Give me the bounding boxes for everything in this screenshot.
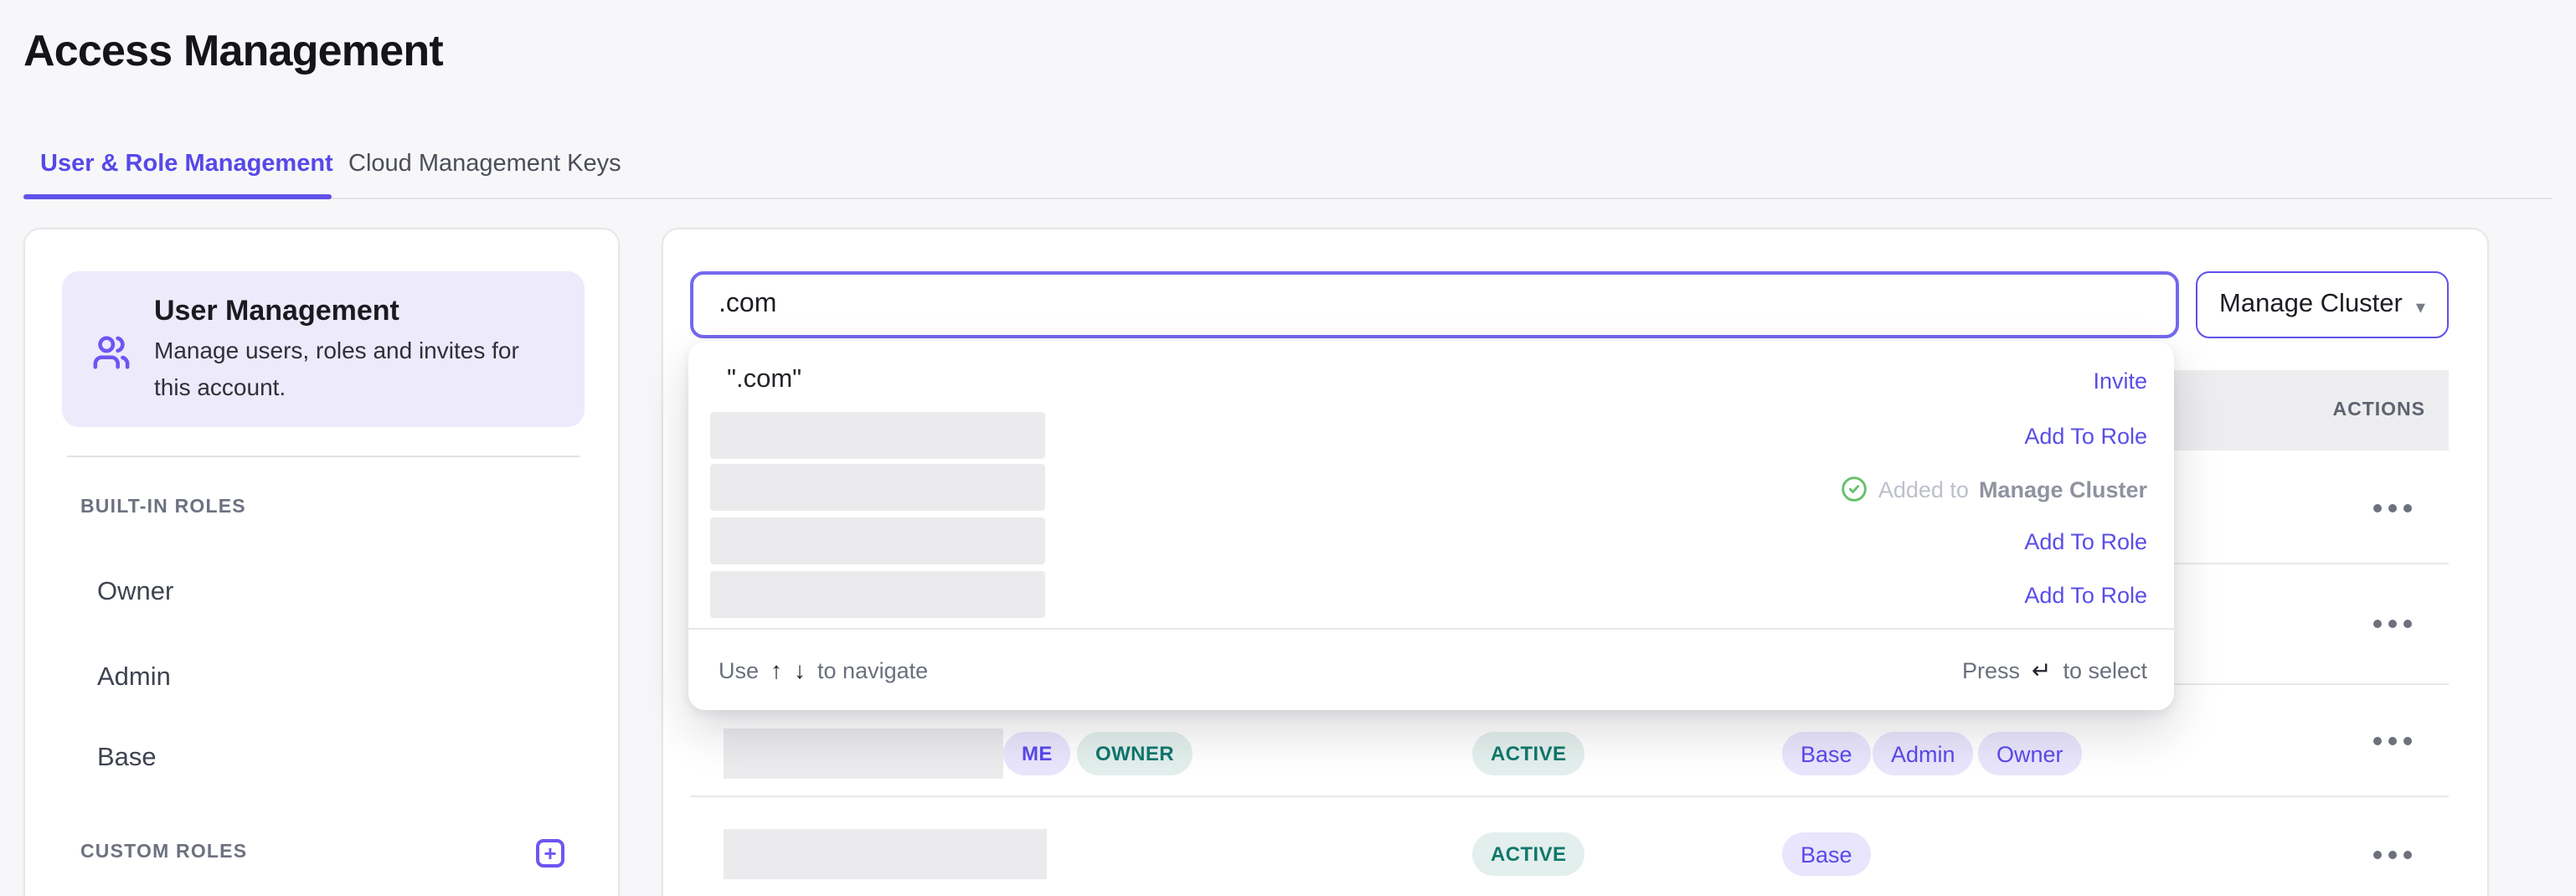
select-hint: Press ↵ to select xyxy=(1962,656,2147,684)
dropdown-footer: Use ↑ ↓ to navigate Press ↵ to select xyxy=(688,630,2174,710)
role-chip-owner: Owner xyxy=(1978,732,2082,775)
check-circle-icon xyxy=(1842,476,1868,502)
more-actions-button[interactable] xyxy=(2373,737,2412,745)
redacted-result-email xyxy=(710,412,1045,459)
query-result-label: ".com" xyxy=(727,365,801,395)
add-to-role-link[interactable]: Add To Role xyxy=(2024,424,2147,449)
status-badge: ACTIVE xyxy=(1472,732,1584,775)
role-chip-base: Base xyxy=(1782,832,1871,876)
invite-link[interactable]: Invite xyxy=(2093,368,2147,394)
search-results-dropdown: ".com" Invite Add To Role Added to Manag… xyxy=(688,342,2174,710)
built-in-roles-label: BUILT-IN ROLES xyxy=(80,497,246,518)
arrow-down-icon: ↓ xyxy=(794,657,806,683)
access-management-page: Access Management User & Role Management… xyxy=(0,0,2576,896)
actions-column-header: ACTIONS xyxy=(2333,370,2426,451)
panel-description: Manage users, roles and invites for this… xyxy=(154,333,519,405)
add-to-role-link[interactable]: Add To Role xyxy=(2024,583,2147,608)
row-divider xyxy=(690,796,2449,797)
arrow-up-icon: ↑ xyxy=(770,657,782,683)
sidebar-divider xyxy=(67,456,580,457)
tab-cloud-management-keys[interactable]: Cloud Management Keys xyxy=(348,151,621,178)
role-select-button[interactable]: Manage Cluster ▾ xyxy=(2196,271,2449,338)
user-search-input[interactable] xyxy=(690,271,2179,338)
tab-user-role-management[interactable]: User & Role Management xyxy=(40,151,333,178)
redacted-result-email xyxy=(710,518,1045,564)
plus-icon: + xyxy=(544,842,556,863)
sidebar-item-admin[interactable]: Admin xyxy=(97,663,171,693)
active-tab-underline xyxy=(23,194,332,199)
tabs-divider xyxy=(23,197,2553,198)
redacted-result-email xyxy=(710,571,1045,618)
add-custom-role-button[interactable]: + xyxy=(536,839,564,868)
more-actions-button[interactable] xyxy=(2373,620,2412,628)
sidebar-item-base[interactable]: Base xyxy=(97,744,157,774)
redacted-user-email xyxy=(724,729,1003,779)
add-to-role-link[interactable]: Add To Role xyxy=(2024,529,2147,554)
users-icon xyxy=(92,333,131,372)
status-badge: ACTIVE xyxy=(1472,832,1584,876)
sidebar-item-owner[interactable]: Owner xyxy=(97,578,173,608)
redacted-result-email xyxy=(710,464,1045,511)
me-badge: ME xyxy=(1003,732,1071,775)
role-select-label: Manage Cluster xyxy=(2219,290,2403,320)
more-actions-button[interactable] xyxy=(2373,504,2412,512)
panel-title: User Management xyxy=(154,295,399,328)
custom-roles-label: CUSTOM ROLES xyxy=(80,842,247,863)
page-title: Access Management xyxy=(23,25,443,77)
chevron-down-icon: ▾ xyxy=(2416,292,2425,317)
role-chip-admin: Admin xyxy=(1873,732,1974,775)
added-to-role-status: Added to Manage Cluster xyxy=(1842,476,2147,502)
more-actions-button[interactable] xyxy=(2373,851,2412,859)
roles-sidebar: User Management Manage users, roles and … xyxy=(23,228,620,896)
navigate-hint: Use ↑ ↓ to navigate xyxy=(719,657,928,683)
redacted-user-email xyxy=(724,829,1047,879)
account-type-badge: OWNER xyxy=(1077,732,1193,775)
role-chip-base: Base xyxy=(1782,732,1871,775)
enter-key-icon: ↵ xyxy=(2032,656,2051,684)
